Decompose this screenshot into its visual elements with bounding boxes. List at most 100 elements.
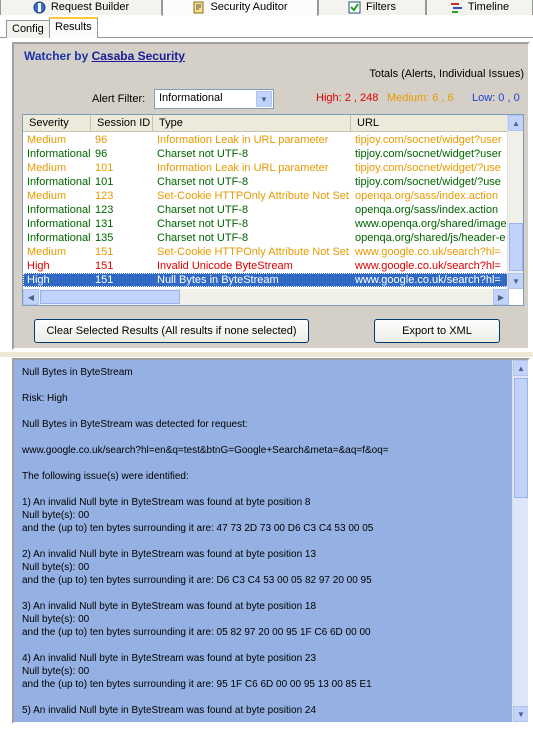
tab-results[interactable]: Results <box>49 17 98 38</box>
column-header-severity[interactable]: Severity <box>23 115 91 132</box>
cell-session: 151 <box>95 274 114 286</box>
cell-severity: Medium <box>27 162 67 174</box>
cell-url: tipjoy.com/socnet/widget/?use <box>355 176 501 188</box>
column-header-url[interactable]: URL <box>351 115 509 132</box>
watcher-prefix: Watcher by <box>24 49 92 63</box>
details-vertical-scrollbar[interactable]: ▲ ▼ <box>512 360 528 722</box>
cell-session: 131 <box>95 218 114 230</box>
table-row[interactable]: High 151 Null Bytes in ByteStream www.googl… <box>23 273 509 287</box>
cell-session: 135 <box>95 232 114 244</box>
table-row[interactable]: Medium 96 Information Leak in URL paramete… <box>23 133 509 147</box>
cell-url: www.google.co.uk/search?hl= <box>355 260 501 272</box>
column-header-session-id[interactable]: Session ID <box>91 115 153 132</box>
watcher-title: Watcher by Casaba Security <box>24 49 185 63</box>
grid-vertical-scroll-thumb[interactable] <box>509 223 523 271</box>
grid-vertical-scrollbar[interactable]: ▲ ▼ <box>507 115 523 289</box>
cell-severity: High <box>27 274 50 286</box>
table-row[interactable]: Informational 101 Charset not UTF-8 tipjoy.… <box>23 175 509 189</box>
tab-filters-label: Filters <box>366 1 396 13</box>
export-to-xml-button[interactable]: Export to XML <box>374 319 500 343</box>
cell-severity: Medium <box>27 134 67 146</box>
details-scroll-thumb[interactable] <box>514 378 528 498</box>
table-row[interactable]: High 151 Invalid Unicode ByteStream www.goo… <box>23 259 509 273</box>
cell-session: 123 <box>95 204 114 216</box>
cell-url: openqa.org/sass/index.action <box>355 204 499 216</box>
totals-label: Totals (Alerts, Individual Issues) <box>369 68 524 80</box>
cell-session: 151 <box>95 246 114 258</box>
cell-type: Charset not UTF-8 <box>157 204 249 216</box>
cell-url: www.google.co.uk/search?hl= <box>355 274 501 286</box>
cell-url: tipjoy.com/socnet/widget/?use <box>355 162 501 174</box>
cell-type: Charset not UTF-8 <box>157 218 249 230</box>
cell-session: 96 <box>95 148 108 160</box>
alerts-grid[interactable]: Severity Session ID Type URL Medium 96 Inf… <box>22 114 524 306</box>
alert-details-panel[interactable]: Null Bytes in ByteStream Risk: High Null… <box>12 358 530 724</box>
table-row[interactable]: Informational 135 Charset not UTF-8 openqa.… <box>23 231 509 245</box>
scroll-up-icon[interactable]: ▲ <box>508 115 523 131</box>
low-count: Low: 0 , 0 <box>472 92 520 104</box>
grid-rows: Medium 96 Information Leak in URL paramete… <box>23 133 509 287</box>
table-row[interactable]: Medium 151 Set-Cookie HTTPOnly Attribute N… <box>23 245 509 259</box>
security-auditor-icon <box>193 1 204 13</box>
results-panel: Watcher by Casaba Security Totals (Alert… <box>12 42 530 350</box>
details-scroll-down-icon[interactable]: ▼ <box>513 706 528 722</box>
table-row[interactable]: Medium 123 Set-Cookie HTTPOnly Attribute N… <box>23 189 509 203</box>
casaba-security-link[interactable]: Casaba Security <box>92 49 185 63</box>
grid-horizontal-scroll-thumb[interactable] <box>40 290 180 304</box>
cell-severity: Informational <box>27 148 91 160</box>
cell-type: Set-Cookie HTTPOnly Attribute Not Set <box>157 246 349 258</box>
grid-horizontal-scrollbar[interactable]: ◀ ▶ <box>23 289 509 305</box>
table-row[interactable]: Informational 123 Charset not UTF-8 openqa.… <box>23 203 509 217</box>
alert-filter-value: Informational <box>159 92 223 104</box>
cell-url: openqa.org/sass/index.action <box>355 190 499 202</box>
cell-type: Null Bytes in ByteStream <box>157 274 279 286</box>
cell-type: Charset not UTF-8 <box>157 232 249 244</box>
cell-type: Set-Cookie HTTPOnly Attribute Not Set <box>157 190 349 202</box>
sub-tab-strip: Config Results <box>0 16 533 38</box>
scroll-right-icon[interactable]: ▶ <box>493 289 509 305</box>
cell-url: www.openqa.org/shared/image <box>355 218 507 230</box>
tab-security-auditor[interactable]: Security Auditor <box>162 0 318 16</box>
scroll-down-icon[interactable]: ▼ <box>508 273 523 289</box>
cell-type: Information Leak in URL parameter <box>157 162 329 174</box>
cell-type: Charset not UTF-8 <box>157 148 249 160</box>
chevron-down-icon[interactable]: ▼ <box>256 91 272 107</box>
timeline-icon <box>450 2 462 13</box>
cell-session: 101 <box>95 176 114 188</box>
table-row[interactable]: Informational 96 Charset not UTF-8 tipjoy.c… <box>23 147 509 161</box>
tab-filters[interactable]: Filters <box>318 0 426 15</box>
request-builder-icon <box>33 1 46 13</box>
tab-config[interactable]: Config <box>6 20 50 38</box>
cell-type: Information Leak in URL parameter <box>157 134 329 146</box>
cell-type: Invalid Unicode ByteStream <box>157 260 293 272</box>
table-row[interactable]: Informational 131 Charset not UTF-8 www.ope… <box>23 217 509 231</box>
column-header-type[interactable]: Type <box>153 115 351 132</box>
cell-session: 123 <box>95 190 114 202</box>
cell-severity: High <box>27 260 50 272</box>
tab-security-auditor-label: Security Auditor <box>210 1 288 13</box>
details-scroll-up-icon[interactable]: ▲ <box>513 360 528 376</box>
cell-url: www.google.co.uk/search?hl= <box>355 246 501 258</box>
clear-selected-results-button[interactable]: Clear Selected Results (All results if n… <box>34 319 309 343</box>
tab-request-builder-label: Request Builder <box>50 1 130 13</box>
cell-severity: Informational <box>27 232 91 244</box>
scroll-left-icon[interactable]: ◀ <box>23 289 39 305</box>
table-row[interactable]: Medium 101 Information Leak in URL paramet… <box>23 161 509 175</box>
main-tab-strip: Request Builder Security Auditor Filters… <box>0 0 533 16</box>
tab-timeline[interactable]: Timeline <box>426 0 533 15</box>
tab-request-builder[interactable]: Request Builder <box>0 0 162 15</box>
cell-session: 96 <box>95 134 108 146</box>
panel-splitter[interactable] <box>0 352 533 357</box>
cell-type: Charset not UTF-8 <box>157 176 249 188</box>
cell-url: tipjoy.com/socnet/widget?user <box>355 148 502 160</box>
cell-severity: Informational <box>27 204 91 216</box>
grid-header: Severity Session ID Type URL <box>23 115 509 132</box>
tab-timeline-label: Timeline <box>467 1 510 13</box>
cell-severity: Informational <box>27 218 91 230</box>
cell-severity: Medium <box>27 190 67 202</box>
alert-filter-select[interactable]: Informational ▼ <box>154 89 274 109</box>
cell-url: tipjoy.com/socnet/widget?user <box>355 134 502 146</box>
cell-severity: Medium <box>27 246 67 258</box>
cell-severity: Informational <box>27 176 91 188</box>
filters-checkbox-icon <box>348 1 361 13</box>
